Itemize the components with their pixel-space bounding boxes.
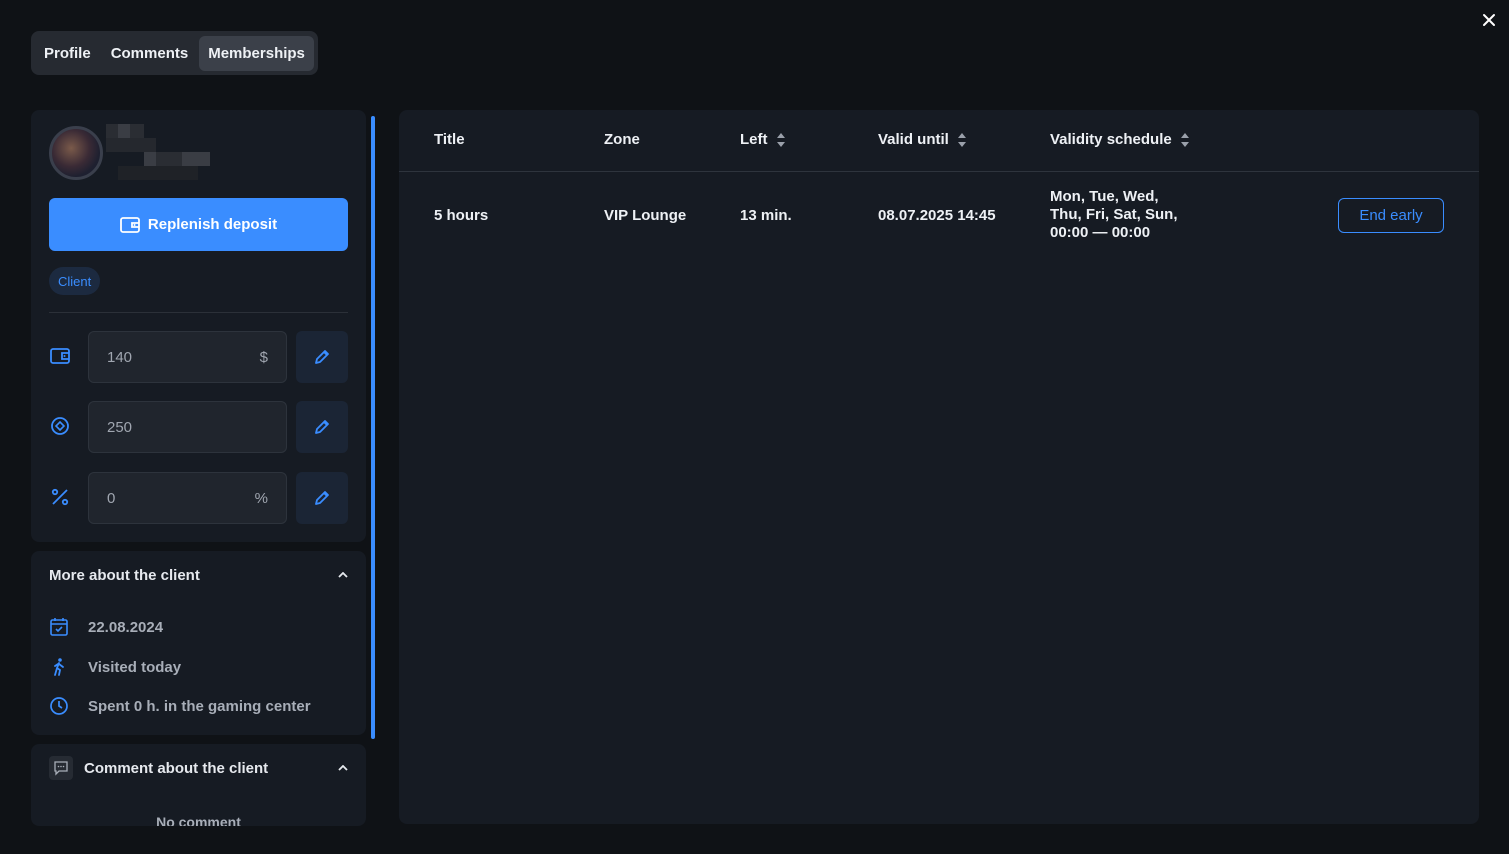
discount-field[interactable]: 0 % bbox=[88, 472, 287, 524]
tab-profile[interactable]: Profile bbox=[35, 36, 100, 71]
bonus-value: 250 bbox=[107, 418, 133, 436]
header-zone: Zone bbox=[604, 131, 640, 148]
no-comment-text: No comment bbox=[156, 814, 241, 826]
close-button[interactable] bbox=[1478, 9, 1500, 31]
time-spent: Spent 0 h. in the gaming center bbox=[88, 697, 311, 715]
header-valid-until[interactable]: Valid until bbox=[878, 131, 967, 148]
more-about-client-card: More about the client 22.08.2024 Visited… bbox=[31, 551, 366, 735]
comment-card: Comment about the client No comment bbox=[31, 744, 366, 826]
client-card: Replenish deposit Client 140 $ 250 0 % bbox=[31, 110, 366, 542]
comment-header[interactable]: Comment about the client bbox=[49, 744, 348, 792]
calendar-icon bbox=[50, 618, 68, 636]
wallet-icon bbox=[120, 216, 140, 233]
tab-memberships[interactable]: Memberships bbox=[199, 35, 314, 71]
deposit-value: 140 bbox=[107, 348, 133, 366]
tab-bar: Profile Comments Memberships bbox=[31, 31, 318, 75]
divider bbox=[49, 312, 348, 313]
percent-icon bbox=[51, 488, 69, 506]
sort-icon bbox=[957, 132, 966, 147]
registered-date-row: 22.08.2024 bbox=[49, 617, 163, 637]
sort-icon bbox=[776, 132, 785, 147]
chevron-up-icon bbox=[338, 765, 348, 771]
sidebar-scrollbar[interactable] bbox=[371, 116, 375, 739]
cell-valid-until: 08.07.2025 14:45 bbox=[878, 207, 996, 224]
bonus-field[interactable]: 250 bbox=[88, 401, 287, 453]
edit-discount-button[interactable] bbox=[296, 472, 348, 524]
chevron-up-icon bbox=[338, 572, 348, 578]
time-spent-row: Spent 0 h. in the gaming center bbox=[49, 696, 311, 716]
wallet-icon bbox=[50, 348, 70, 364]
close-icon bbox=[1483, 14, 1495, 26]
edit-bonus-button[interactable] bbox=[296, 401, 348, 453]
client-name-pixelated bbox=[106, 124, 210, 182]
cell-title: 5 hours bbox=[434, 207, 489, 224]
deposit-row: 140 $ bbox=[49, 331, 348, 383]
walking-person-icon bbox=[54, 658, 64, 676]
bonus-coin-icon bbox=[51, 417, 69, 435]
more-about-client-header[interactable]: More about the client bbox=[49, 551, 348, 599]
memberships-table: Title Zone Left Valid until Validity sch… bbox=[399, 110, 1479, 824]
sort-icon bbox=[1180, 132, 1189, 147]
header-validity-schedule[interactable]: Validity schedule bbox=[1050, 131, 1190, 148]
tab-comments[interactable]: Comments bbox=[102, 36, 198, 71]
comment-icon bbox=[49, 756, 73, 780]
end-early-button[interactable]: End early bbox=[1338, 198, 1444, 233]
registered-date: 22.08.2024 bbox=[88, 618, 164, 636]
header-left[interactable]: Left bbox=[740, 131, 786, 148]
clock-icon bbox=[50, 697, 68, 715]
replenish-deposit-button[interactable]: Replenish deposit bbox=[49, 198, 348, 251]
client-sidebar: Replenish deposit Client 140 $ 250 0 % M… bbox=[31, 110, 366, 826]
discount-value: 0 bbox=[107, 489, 116, 507]
edit-deposit-button[interactable] bbox=[296, 331, 348, 383]
cell-validity-schedule: Mon, Tue, Wed, Thu, Fri, Sat, Sun, 00:00… bbox=[1050, 188, 1190, 242]
avatar bbox=[49, 126, 103, 180]
schedule-days-2: Thu, Fri, Sat, Sun, bbox=[1050, 206, 1178, 223]
more-about-client-title: More about the client bbox=[49, 566, 200, 584]
last-visit-row: Visited today bbox=[49, 657, 181, 677]
pencil-icon bbox=[315, 350, 329, 364]
last-visit: Visited today bbox=[88, 658, 182, 676]
table-header: Title Zone Left Valid until Validity sch… bbox=[399, 110, 1479, 172]
cell-left: 13 min. bbox=[740, 207, 792, 224]
replenish-label: Replenish deposit bbox=[147, 216, 278, 233]
pencil-icon bbox=[315, 420, 329, 434]
client-status-badge: Client bbox=[49, 267, 101, 295]
deposit-field[interactable]: 140 $ bbox=[88, 331, 287, 383]
header-title: Title bbox=[434, 131, 465, 148]
pencil-icon bbox=[315, 491, 329, 505]
comment-title: Comment about the client bbox=[84, 759, 269, 777]
discount-row: 0 % bbox=[49, 472, 348, 524]
discount-unit: % bbox=[254, 489, 268, 507]
schedule-days-1: Mon, Tue, Wed, bbox=[1050, 188, 1159, 205]
bonus-row: 250 bbox=[49, 401, 348, 453]
cell-zone: VIP Lounge bbox=[604, 207, 687, 224]
deposit-unit: $ bbox=[259, 348, 268, 366]
schedule-hours: 00:00 — 00:00 bbox=[1050, 224, 1151, 241]
